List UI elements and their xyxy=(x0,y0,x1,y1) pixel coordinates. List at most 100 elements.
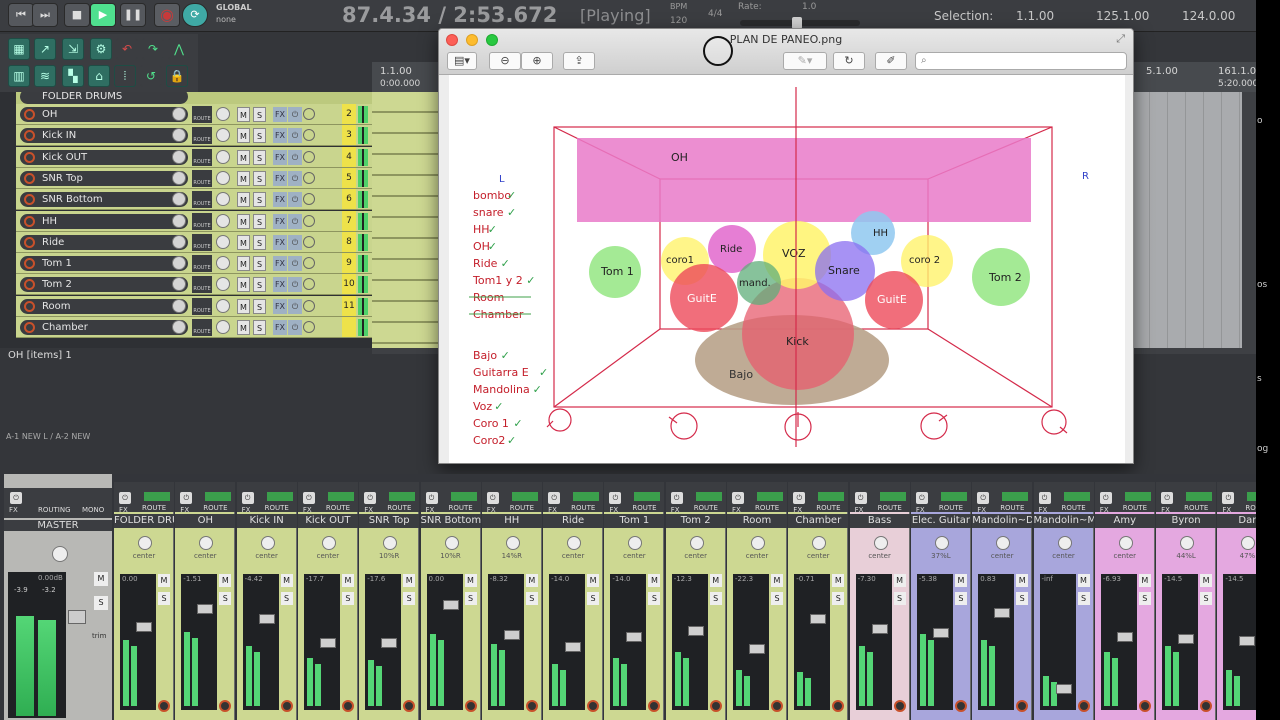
strip-name[interactable]: Room xyxy=(727,514,787,528)
track-row[interactable]: OH ROUTE M S FX ⏻ 2 xyxy=(16,104,372,125)
strip-fx-button[interactable]: FX xyxy=(364,506,373,514)
strip-fx-button[interactable]: FX xyxy=(732,506,741,514)
io-icon[interactable] xyxy=(303,129,315,142)
pan-knob[interactable] xyxy=(216,192,230,207)
strip-name[interactable]: SNR Top xyxy=(359,514,420,528)
track-name[interactable]: FOLDER DRUMS xyxy=(20,92,188,104)
mute-button[interactable]: M xyxy=(237,128,250,144)
strip-solo-button[interactable]: S xyxy=(893,592,906,605)
strip-pan-knob[interactable] xyxy=(934,536,949,550)
strip-fader[interactable]: -1.51 xyxy=(181,574,218,710)
power-icon[interactable]: ⏻ xyxy=(854,492,867,504)
strip-fader[interactable]: -12.3 xyxy=(671,574,708,710)
open-project-icon[interactable]: ↗ xyxy=(34,38,56,60)
strip-record-arm-icon[interactable] xyxy=(1200,700,1213,712)
power-icon[interactable]: ⏻ xyxy=(548,492,561,504)
strip-fader[interactable]: -17.7 xyxy=(303,574,340,710)
repeat-button[interactable]: ⟳ xyxy=(182,3,208,27)
route-button[interactable]: ROUTE xyxy=(192,212,212,230)
viewer-titlebar[interactable]: PLAN DE PANEO.png ⤢ ▤▾ ⊖ ⊕ ⇪ ✎▾ ↻ ✐ ⌕ xyxy=(439,29,1133,75)
metronome-icon[interactable]: ⋀ xyxy=(168,38,190,60)
track-row[interactable]: SNR Top ROUTE M S FX ⏻ 5 xyxy=(16,167,372,189)
strip-fader[interactable]: -0.71 xyxy=(794,574,831,710)
strip-route-button[interactable]: ROUTE xyxy=(816,504,840,512)
strip-solo-button[interactable]: S xyxy=(1138,592,1151,605)
strip-solo-button[interactable]: S xyxy=(525,592,538,605)
strip-route-button[interactable]: ROUTE xyxy=(265,504,289,512)
solo-button[interactable]: S xyxy=(253,320,266,335)
strip-mute-button[interactable]: M xyxy=(1016,574,1029,587)
search-input[interactable]: ⌕ xyxy=(915,52,1127,70)
strip-fader-cap[interactable] xyxy=(503,630,520,640)
pan-knob[interactable] xyxy=(216,213,230,228)
strip-mute-button[interactable]: M xyxy=(709,574,722,587)
track-name[interactable]: OH xyxy=(20,107,188,122)
master-fx-button[interactable]: FX xyxy=(9,506,18,514)
fx-button[interactable]: FX xyxy=(273,234,287,250)
strip-mute-button[interactable]: M xyxy=(1077,574,1090,587)
strip-route-button[interactable]: ROUTE xyxy=(694,504,718,512)
power-icon[interactable]: ⏻ xyxy=(425,492,438,504)
strip-name[interactable]: Tom 2 xyxy=(665,514,726,528)
mixer-strip[interactable]: ⏻ FX ROUTE Kick OUT center -17.7 M S xyxy=(297,482,358,720)
strip-fader[interactable]: -4.42 xyxy=(242,574,279,710)
power-icon[interactable]: ⏻ xyxy=(732,492,744,504)
time-display[interactable]: 87.4.34 / 2:53.672 xyxy=(342,3,557,27)
markup-pen-icon[interactable]: ✎▾ xyxy=(783,52,827,70)
go-end-button[interactable]: ⏭ xyxy=(32,3,58,27)
strip-pan-knob[interactable] xyxy=(628,536,643,550)
undo-icon[interactable]: ↶ xyxy=(116,38,138,60)
strip-name[interactable]: Kick IN xyxy=(236,514,297,528)
pan-knob[interactable] xyxy=(216,234,230,249)
strip-pan-knob[interactable] xyxy=(138,536,152,550)
strip-record-arm-icon[interactable] xyxy=(403,700,416,712)
track-name[interactable]: SNR Top xyxy=(20,170,188,186)
io-icon[interactable] xyxy=(303,278,315,291)
volume-knob[interactable] xyxy=(172,107,186,121)
power-icon[interactable]: ⏻ xyxy=(609,492,622,504)
master-mute-button[interactable]: M xyxy=(94,572,108,586)
strip-fader[interactable]: -7.30 xyxy=(855,574,892,710)
strip-mute-button[interactable]: M xyxy=(832,574,845,587)
power-icon[interactable]: ⏻ xyxy=(119,492,131,504)
track-name[interactable]: SNR Bottom xyxy=(20,192,188,208)
mute-button[interactable]: M xyxy=(237,234,250,250)
strip-pan-knob[interactable] xyxy=(689,536,704,550)
master-mono-button[interactable]: MONO xyxy=(82,506,104,514)
strip-record-arm-icon[interactable] xyxy=(832,700,845,712)
master-strip[interactable]: ⏻ FX ROUTING MONO MASTER 0.00dB -3.9 -3.… xyxy=(4,474,112,720)
strip-pan-knob[interactable] xyxy=(812,536,827,550)
strip-record-arm-icon[interactable] xyxy=(587,700,600,712)
snap-icon[interactable]: ⦙ xyxy=(114,65,136,87)
strip-route-button[interactable]: ROUTE xyxy=(939,504,963,512)
strip-name[interactable]: Byron xyxy=(1156,514,1217,528)
mute-button[interactable]: M xyxy=(237,213,250,229)
strip-route-button[interactable]: ROUTE xyxy=(1000,504,1024,512)
fx-bypass-icon[interactable]: ⏻ xyxy=(288,128,302,144)
route-button[interactable]: ROUTE xyxy=(192,297,212,315)
record-arm-icon[interactable] xyxy=(24,322,35,333)
strip-fader-cap[interactable] xyxy=(626,632,643,642)
io-icon[interactable] xyxy=(303,193,315,206)
fx-bypass-icon[interactable]: ⏻ xyxy=(288,256,302,272)
strip-fader[interactable]: 0.00 xyxy=(426,574,463,710)
mixer-strip[interactable]: ⏻ FX ROUTE Byron 44%L -14.5 M S xyxy=(1156,482,1217,720)
route-button[interactable]: ROUTE xyxy=(192,148,212,166)
strip-pan-knob[interactable] xyxy=(505,536,520,550)
strip-pan-knob[interactable] xyxy=(260,536,275,550)
fx-bypass-icon[interactable]: ⏻ xyxy=(288,107,302,122)
strip-solo-button[interactable]: S xyxy=(648,592,661,605)
strip-fx-button[interactable]: FX xyxy=(548,506,557,514)
strip-fader[interactable]: -14.5 xyxy=(1223,574,1260,710)
strip-name[interactable]: Kick OUT xyxy=(297,514,358,528)
solo-button[interactable]: S xyxy=(253,256,266,272)
track-name[interactable]: Kick IN xyxy=(20,128,188,144)
strip-mute-button[interactable]: M xyxy=(954,574,967,587)
mixer-strip[interactable]: ⏻ FX ROUTE Room center -22.3 M S xyxy=(727,482,787,720)
fx-bypass-icon[interactable]: ⏻ xyxy=(288,170,302,186)
io-icon[interactable] xyxy=(303,214,315,227)
strip-solo-button[interactable]: S xyxy=(832,592,845,605)
strip-mute-button[interactable]: M xyxy=(403,574,416,587)
sidebar-toggle-icon[interactable]: ▤▾ xyxy=(447,52,477,70)
record-arm-icon[interactable] xyxy=(24,151,35,163)
